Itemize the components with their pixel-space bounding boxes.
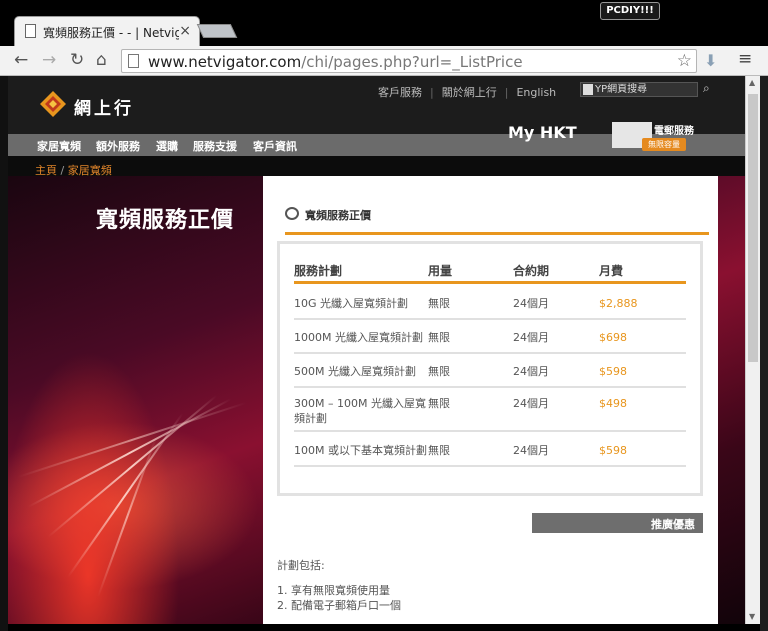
page-title: 寬頻服務正價 xyxy=(96,208,235,233)
menu-icon[interactable]: ≡ xyxy=(738,49,752,69)
plan-usage: 無限 xyxy=(428,444,450,457)
plan-usage: 無限 xyxy=(428,331,450,344)
logo-text[interactable]: 網上行 xyxy=(74,94,134,119)
table-header: 服務計劃 用量 合約期 月費 xyxy=(294,260,686,284)
divider: | xyxy=(504,86,509,99)
panel-header: 寬頻服務正價 xyxy=(285,207,709,235)
plan-fee: $2,888 xyxy=(599,297,638,310)
right-window-edge xyxy=(760,76,768,631)
plan-term: 24個月 xyxy=(513,297,549,310)
download-icon[interactable]: ⬇ xyxy=(704,51,717,70)
plan-name: 300M – 100M 光纖入屋寬頻計劃 xyxy=(294,397,426,425)
column-header-term: 合約期 xyxy=(513,264,550,278)
speech-bubble-icon xyxy=(285,207,299,220)
plan-term: 24個月 xyxy=(513,331,549,344)
yp-search-input[interactable]: YP網頁搜尋 xyxy=(580,82,698,97)
table-row: 1000M 光纖入屋寬頻計劃 無限 24個月 $698 xyxy=(294,322,686,354)
light-streak xyxy=(97,436,158,598)
link-customer-service[interactable]: 客戶服務 xyxy=(378,84,422,100)
column-header-fee: 月費 xyxy=(599,264,624,278)
screen: 寬頻服務正價 - - | Netvig × PCDIY!!! ← → ↻ ⌂ w… xyxy=(0,0,768,631)
light-streak xyxy=(27,398,232,508)
plan-term: 24個月 xyxy=(513,397,549,410)
plan-fee: $698 xyxy=(599,331,627,344)
nav-item-home-broadband[interactable]: 家居寬頻 xyxy=(37,138,81,154)
panel-title: 寬頻服務正價 xyxy=(305,209,371,222)
table-row: 10G 光纖入屋寬頻計劃 無限 24個月 $2,888 xyxy=(294,287,686,320)
plan-name: 500M 光纖入屋寬頻計劃 xyxy=(294,365,416,378)
yp-search-label: YP網頁搜尋 xyxy=(595,84,648,95)
address-bar[interactable]: www.netvigator.com/chi/pages.php?url=_Li… xyxy=(121,49,697,73)
plan-usage: 無限 xyxy=(428,397,450,410)
plan-usage: 無限 xyxy=(428,365,450,378)
promotion-button[interactable]: 推廣優惠 xyxy=(532,513,703,533)
nav-item-support[interactable]: 服務支援 xyxy=(193,138,237,154)
address-url: www.netvigator.com/chi/pages.php?url=_Li… xyxy=(148,53,523,71)
plan-includes-list: 1. 享有無限寬頻使用量 2. 配備電子郵箱戶口一個 xyxy=(277,583,401,613)
nav-item-customer-info[interactable]: 客戶資訊 xyxy=(253,138,297,154)
reload-icon[interactable]: ↻ xyxy=(70,50,84,70)
page-icon xyxy=(128,54,139,68)
table-row: 300M – 100M 光纖入屋寬頻計劃 無限 24個月 $498 xyxy=(294,390,686,432)
nav-item-shop[interactable]: 選購 xyxy=(156,138,178,154)
plan-usage: 無限 xyxy=(428,297,450,310)
scrollbar-thumb[interactable] xyxy=(748,94,758,362)
light-streak xyxy=(67,412,184,578)
plan-name: 10G 光纖入屋寬頻計劃 xyxy=(294,297,409,310)
table-row: 500M 光纖入屋寬頻計劃 無限 24個月 $598 xyxy=(294,356,686,388)
netvigator-logo-icon[interactable] xyxy=(40,91,66,117)
browser-toolbar: ← → ↻ ⌂ www.netvigator.com/chi/pages.php… xyxy=(0,46,768,76)
browser-tab[interactable]: 寬頻服務正價 - - | Netvig × xyxy=(14,16,200,46)
search-icon[interactable]: ⌕ xyxy=(703,81,710,96)
page-icon xyxy=(25,24,36,38)
column-header-usage: 用量 xyxy=(428,264,453,278)
plan-fee: $498 xyxy=(599,397,627,410)
tab-title: 寬頻服務正價 - - | Netvig xyxy=(43,26,179,40)
back-arrow-icon[interactable]: ← xyxy=(14,50,28,70)
list-item: 1. 享有無限寬頻使用量 xyxy=(277,584,390,597)
breadcrumb: 主頁 / 家居寬頻 xyxy=(35,164,112,177)
vertical-scrollbar[interactable]: ▲ ▼ xyxy=(745,76,760,624)
table-row: 100M 或以下基本寬頻計劃 無限 24個月 $598 xyxy=(294,434,686,467)
top-links: 客戶服務 | 關於網上行 | English xyxy=(378,84,556,100)
plan-term: 24個月 xyxy=(513,444,549,457)
scroll-up-arrow-icon[interactable]: ▲ xyxy=(749,78,755,87)
link-english[interactable]: English xyxy=(516,86,556,99)
scroll-down-arrow-icon[interactable]: ▼ xyxy=(749,612,755,621)
content-panel: 寬頻服務正價 服務計劃 用量 合約期 月費 10G 光纖入屋寬頻計劃 無限 24… xyxy=(263,176,718,624)
new-tab-button[interactable] xyxy=(196,24,238,38)
breadcrumb-home[interactable]: 主頁 xyxy=(35,164,57,177)
forward-arrow-icon[interactable]: → xyxy=(42,50,56,70)
link-about[interactable]: 關於網上行 xyxy=(442,84,497,100)
plan-fee: $598 xyxy=(599,365,627,378)
breadcrumb-current[interactable]: 家居寬頻 xyxy=(68,164,112,177)
light-streak xyxy=(47,394,218,538)
unlimited-storage-badge: 無限容量 xyxy=(642,138,686,151)
home-icon[interactable]: ⌂ xyxy=(96,50,107,70)
promotion-button-label: 推廣優惠 xyxy=(651,518,695,531)
yp-icon xyxy=(583,84,593,95)
list-item: 2. 配備電子郵箱戶口一個 xyxy=(277,599,401,612)
corner-badge: PCDIY!!! xyxy=(600,2,660,20)
plan-name: 1000M 光纖入屋寬頻計劃 xyxy=(294,331,423,344)
email-service-label[interactable]: 電郵服務 xyxy=(654,122,694,137)
column-header-plan: 服務計劃 xyxy=(294,264,343,278)
nav-item-extra-services[interactable]: 額外服務 xyxy=(96,138,140,154)
bookmark-star-icon[interactable]: ☆ xyxy=(677,51,692,71)
browser-tabstrip: 寬頻服務正價 - - | Netvig × PCDIY!!! xyxy=(0,0,768,46)
myhkt-link[interactable]: My HKT xyxy=(508,123,577,142)
plan-term: 24個月 xyxy=(513,365,549,378)
plan-name: 100M 或以下基本寬頻計劃 xyxy=(294,444,427,457)
website-viewport: 網上行 客戶服務 | 關於網上行 | English YP網頁搜尋 ⌕ 家居寬頻 額外服… xyxy=(8,76,745,624)
left-window-edge xyxy=(0,76,8,631)
plan-includes-heading: 計劃包括: xyxy=(277,559,325,572)
price-table: 服務計劃 用量 合約期 月費 10G 光纖入屋寬頻計劃 無限 24個月 $2,8… xyxy=(277,241,703,496)
close-icon[interactable]: × xyxy=(179,23,191,39)
divider: | xyxy=(430,86,434,99)
plan-fee: $598 xyxy=(599,444,627,457)
